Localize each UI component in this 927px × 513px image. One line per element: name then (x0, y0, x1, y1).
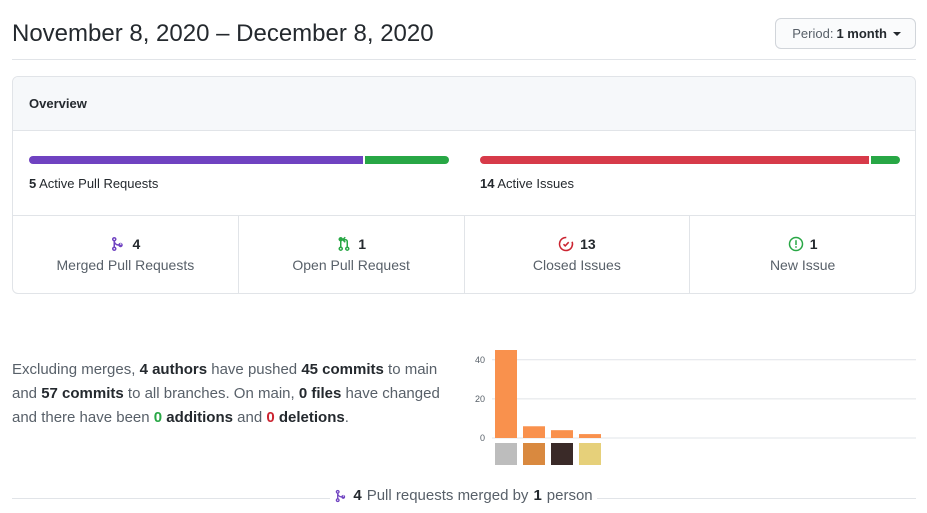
author-avatar[interactable] (495, 443, 517, 465)
deletions-count: 0 (266, 409, 275, 426)
active-pull-requests-count: 5 (29, 176, 37, 191)
author-avatar[interactable] (551, 443, 573, 465)
issues-progress-bar (480, 156, 900, 164)
additions-count: 0 (153, 409, 163, 426)
merged-by-people-label: person (546, 487, 593, 504)
stat-new-issue[interactable]: 1 New Issue (690, 216, 915, 293)
overview-stats: 4 Merged Pull Requests 1 Open Pull Reque… (13, 216, 915, 293)
commits-by-author-chart: 0 20 40 (475, 350, 916, 465)
active-issues-label: Active Issues (497, 176, 574, 191)
summary-text: have pushed (207, 361, 302, 378)
new-issues-segment (870, 156, 900, 164)
commit-bar[interactable] (551, 430, 573, 438)
open-pr-segment (365, 156, 449, 164)
open-pull-request-count: 1 (358, 236, 367, 252)
git-merge-icon (336, 489, 346, 502)
merged-pull-requests-label: Merged Pull Requests (56, 257, 195, 273)
issue-closed-icon (558, 236, 574, 252)
period-header: November 8, 2020 – December 8, 2020 Peri… (12, 0, 916, 60)
pull-requests-progress-bar (29, 156, 449, 164)
active-pull-requests-text: 5 Active Pull Requests (29, 176, 449, 191)
git-merge-icon (112, 236, 124, 252)
overview-panel: Overview 5 Active Pull Requests 14 Activ… (12, 76, 916, 294)
deletions-label: deletions (274, 409, 345, 426)
commits-main-count: 45 commits (301, 361, 384, 378)
stat-open-pull-request[interactable]: 1 Open Pull Request (239, 216, 465, 293)
closed-issues-count: 13 (580, 236, 596, 252)
issue-opened-icon (788, 236, 803, 252)
y-tick-label: 20 (475, 394, 485, 404)
period-label: Period: (792, 26, 834, 41)
period-value: 1 month (836, 26, 887, 41)
pull-requests-merged-summary: 4 Pull requests merged by 1 person (0, 487, 927, 504)
files-changed-count: 0 files (298, 385, 342, 402)
closed-issues-label: Closed Issues (532, 257, 621, 273)
y-tick-label: 40 (475, 355, 485, 365)
caret-down-icon (893, 31, 901, 36)
merged-by-text: Pull requests merged by (366, 487, 529, 504)
active-pull-requests-label: Active Pull Requests (39, 176, 159, 191)
active-pull-requests-summary[interactable]: 5 Active Pull Requests (29, 156, 449, 191)
summary-text: Excluding merges, (12, 361, 140, 378)
merged-by-people-count: 1 (533, 487, 542, 504)
summary-text: to all branches. On main, (123, 385, 299, 402)
author-avatar[interactable] (579, 443, 601, 465)
overview-title: Overview (13, 77, 915, 131)
commit-bar[interactable] (495, 350, 517, 438)
stat-closed-issues[interactable]: 13 Closed Issues (465, 216, 691, 293)
commits-all-count: 57 commits (41, 385, 124, 402)
overview-summary-bars: 5 Active Pull Requests 14 Active Issues (13, 131, 915, 216)
commit-bar[interactable] (523, 426, 545, 438)
commit-bar[interactable] (579, 434, 601, 438)
closed-issues-segment (480, 156, 869, 164)
date-range-title: November 8, 2020 – December 8, 2020 (12, 20, 434, 47)
merged-pull-requests-count: 4 (132, 236, 141, 252)
summary-text: and (232, 409, 267, 426)
active-issues-text: 14 Active Issues (480, 176, 900, 191)
y-tick-label: 0 (480, 433, 485, 443)
additions-label: additions (162, 409, 233, 426)
new-issue-count: 1 (809, 236, 818, 252)
summary-text: . (344, 409, 349, 426)
new-issue-label: New Issue (769, 257, 836, 273)
stat-merged-pull-requests[interactable]: 4 Merged Pull Requests (13, 216, 239, 293)
period-select-button[interactable]: Period: 1 month (775, 18, 916, 49)
merged-pr-total: 4 (353, 487, 362, 504)
author-avatar[interactable] (523, 443, 545, 465)
active-issues-summary[interactable]: 14 Active Issues (480, 156, 900, 191)
active-issues-count: 14 (480, 176, 495, 191)
commit-summary-text: Excluding merges, 4 authors have pushed … (12, 358, 464, 430)
open-pull-request-label: Open Pull Request (292, 257, 410, 273)
authors-count: 4 authors (139, 361, 208, 378)
git-pull-request-icon (338, 236, 350, 251)
merged-pr-segment (29, 156, 364, 164)
